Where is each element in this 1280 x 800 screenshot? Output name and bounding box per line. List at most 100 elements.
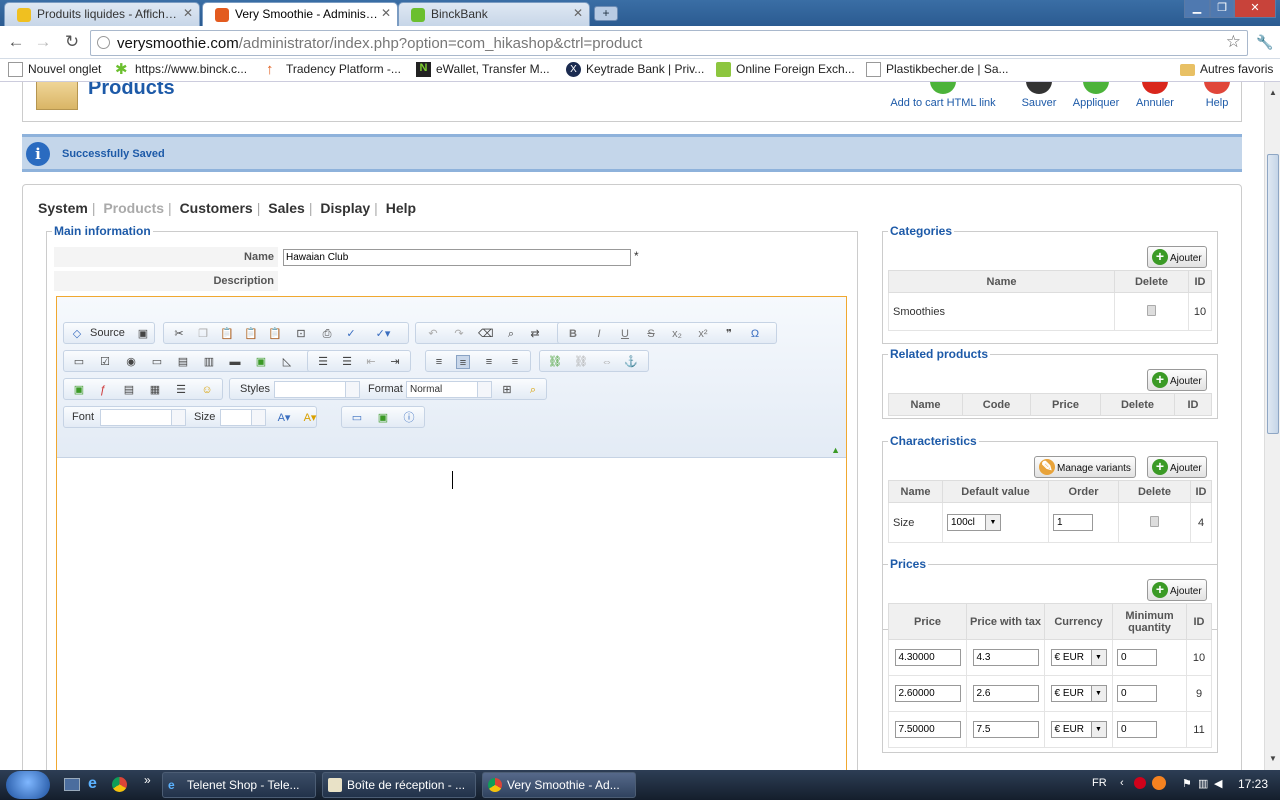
- address-bar[interactable]: verysmoothie.com/administrator/index.php…: [90, 30, 1248, 56]
- styles-dropdown[interactable]: [274, 381, 360, 398]
- show-blocks-icon[interactable]: ⊞: [500, 383, 514, 397]
- description-editor[interactable]: ◇ Source ▣ ✂ ❐ 📋 📋 📋 ⊡ ⎙ ✓ ✓▾ ↶ ↷ ⌫ ⌕ ⇄: [56, 296, 847, 770]
- print-icon[interactable]: ⎙: [320, 327, 334, 341]
- price-input[interactable]: 7.50000: [894, 721, 961, 738]
- cancel-button[interactable]: Annuler: [1132, 82, 1178, 109]
- tab-produits-liquides[interactable]: Produits liquides - Affich… ✕: [4, 2, 200, 26]
- bookmark-binck[interactable]: ✱ https://www.binck.c...: [115, 62, 247, 77]
- default-value-select[interactable]: 100cl ▼: [947, 514, 1001, 531]
- bookmark-keytrade[interactable]: X Keytrade Bank | Priv...: [566, 62, 704, 77]
- table-icon[interactable]: ▦: [148, 383, 162, 397]
- zoom-icon[interactable]: ⌕: [526, 383, 540, 397]
- menu-help[interactable]: Help: [386, 200, 416, 216]
- manage-variants-button[interactable]: ✎ Manage variants: [1034, 456, 1136, 478]
- paste-text-icon[interactable]: 📋: [244, 327, 258, 341]
- align-left-icon[interactable]: ≡: [432, 355, 446, 369]
- taskbar-telenet-shop[interactable]: e Telenet Shop - Tele...: [162, 772, 316, 798]
- taskbar-inbox[interactable]: Boîte de réception - ...: [322, 772, 476, 798]
- spellcheck-dropdown-icon[interactable]: ✓▾: [370, 327, 396, 341]
- superscript-icon[interactable]: x²: [696, 327, 710, 341]
- close-window-button[interactable]: ✕: [1234, 0, 1276, 18]
- wrench-menu-icon[interactable]: 🔧: [1254, 32, 1276, 54]
- paste-word-icon[interactable]: 📋: [268, 327, 282, 341]
- price-input[interactable]: 4.30000: [894, 649, 961, 666]
- add-price-button[interactable]: + Ajouter: [1147, 579, 1207, 601]
- outdent-icon[interactable]: ⇤: [364, 355, 378, 369]
- apply-button[interactable]: Appliquer: [1070, 82, 1122, 109]
- tab-very-smoothie[interactable]: Very Smoothie - Adminis… ✕: [202, 2, 398, 26]
- menu-customers[interactable]: Customers: [180, 200, 253, 216]
- align-justify-icon[interactable]: ≡: [508, 355, 522, 369]
- ie-icon[interactable]: e: [88, 775, 97, 793]
- smiley-icon[interactable]: ☺: [200, 383, 214, 397]
- indent-icon[interactable]: ⇥: [388, 355, 402, 369]
- textfield-icon[interactable]: ▭: [150, 355, 164, 369]
- currency-select[interactable]: € EUR ▼: [1050, 649, 1107, 666]
- blockquote-icon[interactable]: ❞: [722, 327, 736, 341]
- bookmark-plastikbecher[interactable]: Plastikbecher.de | Sa...: [866, 62, 1009, 77]
- anchor-icon[interactable]: ⚓: [624, 355, 638, 369]
- tray-updater-icon[interactable]: [1152, 776, 1166, 790]
- subscript-icon[interactable]: x₂: [670, 327, 684, 341]
- scrollbar-thumb[interactable]: [1267, 154, 1279, 434]
- show-desktop-icon[interactable]: [64, 778, 80, 791]
- action-center-flag-icon[interactable]: ⚑: [1182, 777, 1192, 790]
- bookmark-ewallet[interactable]: NeWallet, Transfer M...: [416, 62, 550, 77]
- scroll-down-icon[interactable]: ▼: [1268, 754, 1278, 766]
- minimum-quantity-input[interactable]: 0: [1117, 685, 1157, 702]
- tray-expand-icon[interactable]: ‹: [1120, 777, 1124, 789]
- volume-icon[interactable]: ◀: [1214, 777, 1222, 790]
- network-icon[interactable]: ▥: [1198, 777, 1208, 790]
- trash-icon[interactable]: [1150, 515, 1159, 527]
- eraser-icon[interactable]: ⌫: [478, 327, 494, 341]
- cut-icon[interactable]: ✂: [172, 327, 186, 341]
- tray-app-icon[interactable]: [1134, 777, 1146, 789]
- start-button[interactable]: [6, 771, 50, 799]
- preview-icon[interactable]: ⊡: [294, 327, 308, 341]
- button-icon[interactable]: ▬: [228, 355, 242, 369]
- radio-icon[interactable]: ◉: [124, 355, 138, 369]
- order-input[interactable]: 1: [1053, 514, 1093, 531]
- align-center-icon[interactable]: ≡: [456, 355, 470, 369]
- more-chevron-icon[interactable]: »: [144, 773, 151, 787]
- price-with-tax-input[interactable]: 2.6: [972, 685, 1039, 702]
- align-right-icon[interactable]: ≡: [482, 355, 496, 369]
- bookmark-online-forex[interactable]: Online Foreign Exch...: [716, 62, 855, 77]
- language-indicator[interactable]: FR: [1092, 777, 1107, 789]
- category-link[interactable]: Smoothies: [888, 292, 1115, 331]
- image-button-icon[interactable]: ▣: [254, 355, 268, 369]
- add-category-button[interactable]: + Ajouter: [1147, 246, 1207, 268]
- about-info-icon[interactable]: ⓘ: [402, 411, 416, 425]
- format-dropdown[interactable]: Normal: [406, 381, 492, 398]
- minimize-window-button[interactable]: ▁: [1184, 0, 1210, 18]
- italic-icon[interactable]: I: [592, 327, 606, 341]
- underline-icon[interactable]: U: [618, 327, 632, 341]
- find-icon[interactable]: ⌕: [504, 327, 518, 341]
- blocks-icon[interactable]: ▣: [376, 411, 390, 425]
- save-doc-icon[interactable]: ▣: [136, 327, 150, 341]
- image-icon[interactable]: ▣: [72, 383, 86, 397]
- font-dropdown[interactable]: [100, 409, 186, 426]
- scroll-up-icon[interactable]: ▲: [1268, 88, 1278, 100]
- page-info-icon[interactable]: [97, 36, 110, 49]
- redo-icon[interactable]: ↷: [452, 327, 466, 341]
- menu-sales[interactable]: Sales: [268, 200, 305, 216]
- price-input[interactable]: 2.60000: [894, 685, 961, 702]
- collapse-toolbar-icon[interactable]: ▲: [831, 445, 840, 455]
- page-scrollbar[interactable]: ▲ ▼: [1264, 82, 1280, 770]
- forward-arrow-icon[interactable]: →: [32, 32, 54, 54]
- back-arrow-icon[interactable]: ←: [5, 32, 27, 54]
- maximize-window-button[interactable]: ❐: [1210, 0, 1234, 18]
- menu-products[interactable]: Products: [103, 200, 164, 216]
- bullet-list-icon[interactable]: ☰: [340, 355, 354, 369]
- hidden-field-icon[interactable]: ◺: [280, 355, 294, 369]
- horizontal-rule-icon[interactable]: ☰: [174, 383, 188, 397]
- bookmark-tradency[interactable]: ↑ Tradency Platform -...: [266, 62, 401, 77]
- minimum-quantity-input[interactable]: 0: [1117, 721, 1157, 738]
- link-break-icon[interactable]: ⇔: [600, 355, 614, 369]
- save-button[interactable]: Sauver: [1016, 82, 1062, 109]
- add-related-button[interactable]: + Ajouter: [1147, 369, 1207, 391]
- bookmark-star-icon[interactable]: ☆: [1226, 32, 1241, 52]
- textarea-icon[interactable]: ▤: [176, 355, 190, 369]
- tab-binckbank[interactable]: BinckBank ✕: [398, 2, 590, 26]
